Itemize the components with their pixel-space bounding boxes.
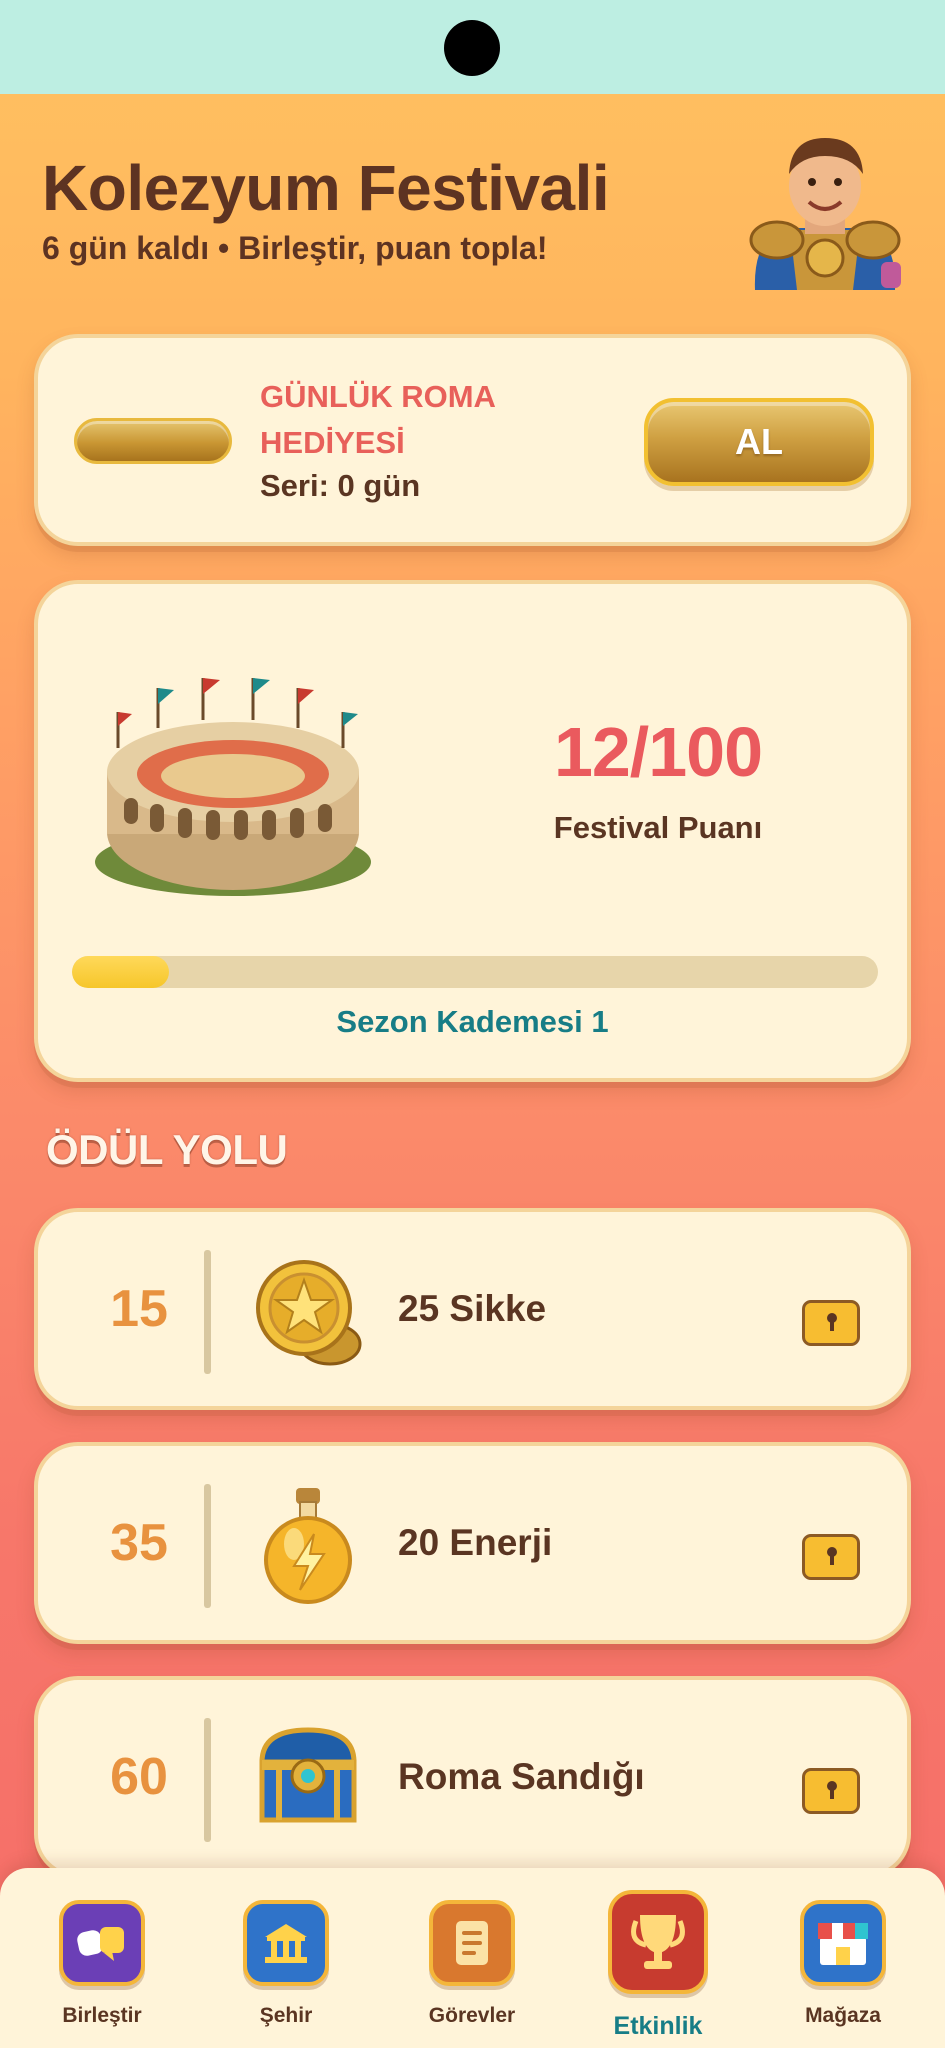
- nav-label: Görevler: [428, 2004, 516, 2027]
- tasks-scroll-icon[interactable]: [429, 1900, 515, 1986]
- reward-points: 15: [110, 1280, 168, 1338]
- city-hall-icon[interactable]: [243, 1900, 329, 1986]
- reward-row[interactable]: 60 Roma Sandığı: [34, 1676, 911, 1878]
- colosseum-icon: [95, 678, 371, 896]
- reward-name: 25 Sikke: [398, 1288, 547, 1329]
- bottom-nav: Birleştir Şehir Görevler Etkinlik Mağaza: [0, 1868, 945, 2048]
- nav-item-city[interactable]: Şehir: [206, 1868, 366, 2048]
- reward-divider: [204, 1484, 211, 1608]
- festival-score: 12/100: [553, 713, 763, 791]
- nav-label: Etkinlik: [613, 2012, 703, 2040]
- lock-icon: [802, 1534, 860, 1580]
- claim-button[interactable]: AL: [644, 398, 874, 486]
- shop-icon[interactable]: [800, 1900, 886, 1986]
- nav-item-event[interactable]: Etkinlik: [578, 1868, 738, 2048]
- reward-path-title: ÖDÜL YOLU: [46, 1126, 288, 1173]
- reward-name: 20 Enerji: [398, 1522, 553, 1563]
- reward-divider: [204, 1718, 211, 1842]
- gladiator-avatar-icon: [749, 138, 901, 290]
- daily-streak-text: Seri: 0 gün: [260, 468, 421, 503]
- lock-icon: [802, 1768, 860, 1814]
- daily-gift-progress-bar: [74, 418, 232, 464]
- energy-potion-icon: [264, 1488, 352, 1604]
- reward-name: Roma Sandığı: [398, 1756, 645, 1797]
- reward-points: 60: [110, 1748, 168, 1806]
- festival-progress-fill: [72, 956, 169, 988]
- daily-gift-card: GÜNLÜK ROMA HEDİYESİ Seri: 0 gün AL: [34, 334, 911, 546]
- reward-points: 35: [110, 1514, 168, 1572]
- lock-icon: [802, 1300, 860, 1346]
- festival-score-label: Festival Puanı: [553, 810, 763, 845]
- daily-gift-title: GÜNLÜK ROMA HEDİYESİ: [260, 379, 495, 460]
- nav-label: Mağaza: [805, 2004, 881, 2027]
- status-bar: [0, 0, 945, 94]
- treasure-chest-icon: [259, 1727, 357, 1823]
- festival-points-card: 12/100 Festival Puanı Sezon Kademesi 1: [34, 580, 911, 1082]
- page-title: Kolezyum Festivali: [42, 152, 610, 224]
- gold-coins-icon: [256, 1260, 362, 1366]
- nav-item-merge[interactable]: Birleştir: [22, 1868, 182, 2048]
- camera-cutout: [444, 20, 500, 76]
- nav-item-tasks[interactable]: Görevler: [392, 1868, 552, 2048]
- season-tier-label: Sezon Kademesi 1: [336, 1004, 609, 1039]
- page-subtitle: 6 gün kaldı • Birleştir, puan topla!: [42, 230, 548, 266]
- nav-label: Şehir: [259, 2004, 313, 2027]
- event-header: Kolezyum Festivali 6 gün kaldı • Birleşt…: [42, 150, 742, 267]
- reward-divider: [204, 1250, 211, 1374]
- merge-icon[interactable]: [59, 1900, 145, 1986]
- trophy-icon[interactable]: [608, 1890, 708, 1994]
- nav-label: Birleştir: [62, 2004, 142, 2027]
- reward-row[interactable]: 35 20 Enerji: [34, 1442, 911, 1644]
- nav-item-shop[interactable]: Mağaza: [763, 1868, 923, 2048]
- reward-row[interactable]: 15 25 Sikke: [34, 1208, 911, 1410]
- festival-progress-bar: [72, 956, 878, 988]
